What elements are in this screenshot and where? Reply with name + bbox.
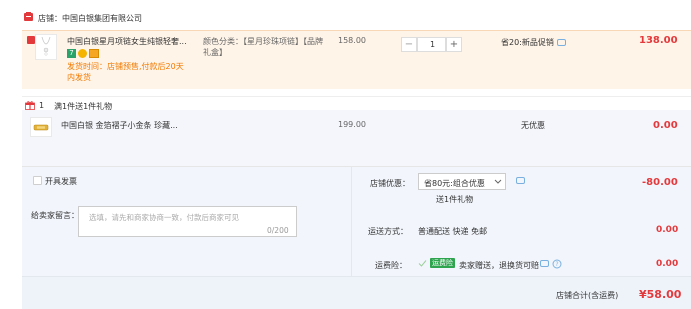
insurance-tag: 运费险 [430, 258, 455, 268]
shop-total-label: 店铺合计(含运费) [556, 291, 619, 300]
invoice-label[interactable]: 开具发票 [45, 176, 77, 187]
shop-coupon-select[interactable]: 省80元:组合优惠 [418, 173, 506, 190]
seven-day-return-icon[interactable]: 7 [67, 49, 76, 58]
quantity-increase-button[interactable]: + [446, 37, 462, 52]
shop-coupon-selected[interactable]: 省80元:组合优惠 [424, 178, 485, 189]
item-checkbox[interactable] [27, 36, 35, 44]
gift-count: 1 [39, 101, 45, 110]
message-placeholder: 选填，请先和商家协商一致，付款后商家可见 [89, 213, 239, 222]
card-payment-icon[interactable] [89, 49, 99, 58]
gift-item-row [22, 110, 691, 166]
help-icon[interactable]: ? [552, 259, 562, 269]
shop-header: 店铺：中国白银集团有限公司 [0, 0, 691, 30]
item-subtotal: 138.00 [639, 35, 678, 46]
panel-divider [351, 166, 352, 276]
shop-label: 店铺： [38, 14, 62, 23]
svg-text:?: ? [555, 261, 558, 268]
chevron-down-icon[interactable] [494, 179, 502, 185]
invoice-checkbox[interactable] [33, 176, 42, 185]
necklace-image [41, 36, 51, 56]
delivery-value[interactable]: 普通配送 快递 免邮 [418, 226, 487, 237]
shop-coupon-note: 送1件礼物 [436, 195, 474, 204]
gift-unit-price: 199.00 [338, 120, 366, 129]
gift-discount: 无优惠 [521, 121, 545, 130]
shop-icon [24, 12, 33, 21]
gift-subtotal: 0.00 [653, 120, 678, 131]
shop-coupon-label: 店铺优惠： [370, 179, 410, 188]
insurance-label: 运费险： [375, 261, 407, 270]
chat-bubble-icon[interactable] [557, 39, 566, 46]
message-textarea[interactable]: 选填，请先和商家协商一致，付款后商家可见 0/200 [78, 206, 297, 237]
message-counter: 0/200 [267, 226, 289, 235]
quantity-input[interactable]: 1 [417, 37, 446, 52]
item-thumbnail[interactable] [35, 34, 57, 60]
insurance-chat-icon[interactable] [540, 260, 549, 267]
delivery-label: 运送方式： [368, 227, 408, 236]
shop-coupon-amount: -80.00 [642, 177, 678, 188]
delivery-amount: 0.00 [656, 225, 679, 235]
gift-icon [25, 101, 35, 110]
insurance-amount: 0.00 [656, 259, 679, 269]
gift-box-icon[interactable] [78, 49, 87, 58]
shop-total-amount: ¥58.00 [639, 288, 682, 301]
gift-thumbnail[interactable] [30, 117, 52, 137]
shop-name-text[interactable]: 中国白银集团有限公司 [62, 14, 142, 23]
item-spec: 颜色分类：【星月珍珠项链】【品牌礼盒】 [203, 37, 323, 57]
insurance-value: 卖家赠送，退换货可赔 [459, 261, 539, 270]
quantity-decrease-button[interactable]: − [401, 37, 417, 52]
shop-name[interactable]: 店铺：中国白银集团有限公司 [38, 13, 142, 24]
item-discount: 省20:新品促销 [501, 38, 554, 47]
gold-bar-image [33, 124, 49, 131]
item-unit-price: 158.00 [338, 36, 366, 45]
message-label: 给卖家留言： [31, 211, 79, 220]
coupon-chat-icon[interactable] [516, 177, 525, 184]
item-title[interactable]: 中国白银星月项链女生纯银轻奢... [67, 36, 191, 47]
quantity-value[interactable]: 1 [418, 40, 447, 49]
shipping-note: 发货时间：店铺预售,付款后20天内发货 [67, 62, 184, 82]
gift-title[interactable]: 中国白银 金箔褶子小金条 珍藏... [61, 120, 178, 131]
check-icon [418, 260, 427, 267]
